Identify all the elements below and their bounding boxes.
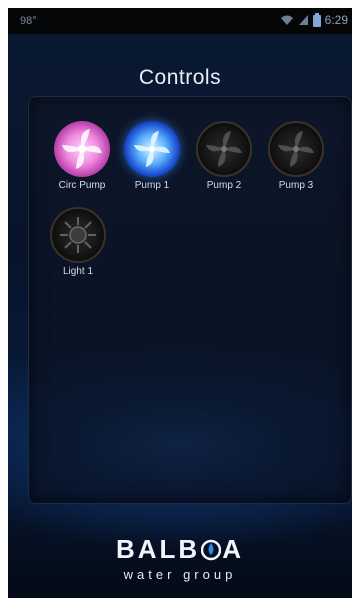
- control-label: Pump 2: [206, 180, 242, 191]
- fan-icon: [278, 131, 314, 167]
- status-time: 6:29: [324, 13, 348, 27]
- fan-icon: [62, 129, 102, 169]
- page-title: Controls: [138, 66, 222, 89]
- logo-brand-left: BALB: [116, 534, 201, 564]
- pump-1-button[interactable]: [124, 121, 180, 177]
- battery-icon: [312, 13, 321, 27]
- pump-2-button[interactable]: [196, 121, 252, 177]
- status-temperature: 98°: [20, 15, 37, 27]
- control-label: Circ Pump: [58, 180, 106, 191]
- fan-icon: [134, 131, 170, 167]
- logo-brand-right: A: [222, 534, 244, 564]
- wifi-icon: [280, 15, 293, 25]
- control-label: Pump 3: [278, 180, 314, 191]
- light-icon: [60, 217, 96, 253]
- status-icons: 6:29: [280, 13, 348, 27]
- control-label: Pump 1: [134, 180, 170, 191]
- phone-screen: 98° 6:29 Controls Circ Pump Pump 1 Pump …: [8, 8, 352, 598]
- water-drop-icon: [201, 539, 222, 560]
- control-light-1[interactable]: Light 1: [43, 207, 113, 277]
- fan-icon: [206, 131, 242, 167]
- status-bar: 98° 6:29: [8, 8, 352, 34]
- circ-pump-button[interactable]: [54, 121, 110, 177]
- control-pump-3[interactable]: Pump 3: [261, 121, 331, 191]
- controls-panel: Circ Pump Pump 1 Pump 2 Pump 3 Light 1: [28, 96, 352, 504]
- light-1-button[interactable]: [50, 207, 106, 263]
- logo-brand: BALB A: [116, 534, 244, 565]
- control-circ-pump[interactable]: Circ Pump: [47, 121, 117, 191]
- signal-icon: [298, 15, 308, 25]
- balboa-logo: BALB A water group: [8, 534, 352, 582]
- logo-subtitle: water group: [123, 567, 237, 582]
- pump-3-button[interactable]: [268, 121, 324, 177]
- control-pump-1[interactable]: Pump 1: [117, 121, 187, 191]
- control-pump-2[interactable]: Pump 2: [189, 121, 259, 191]
- control-label: Light 1: [62, 266, 94, 277]
